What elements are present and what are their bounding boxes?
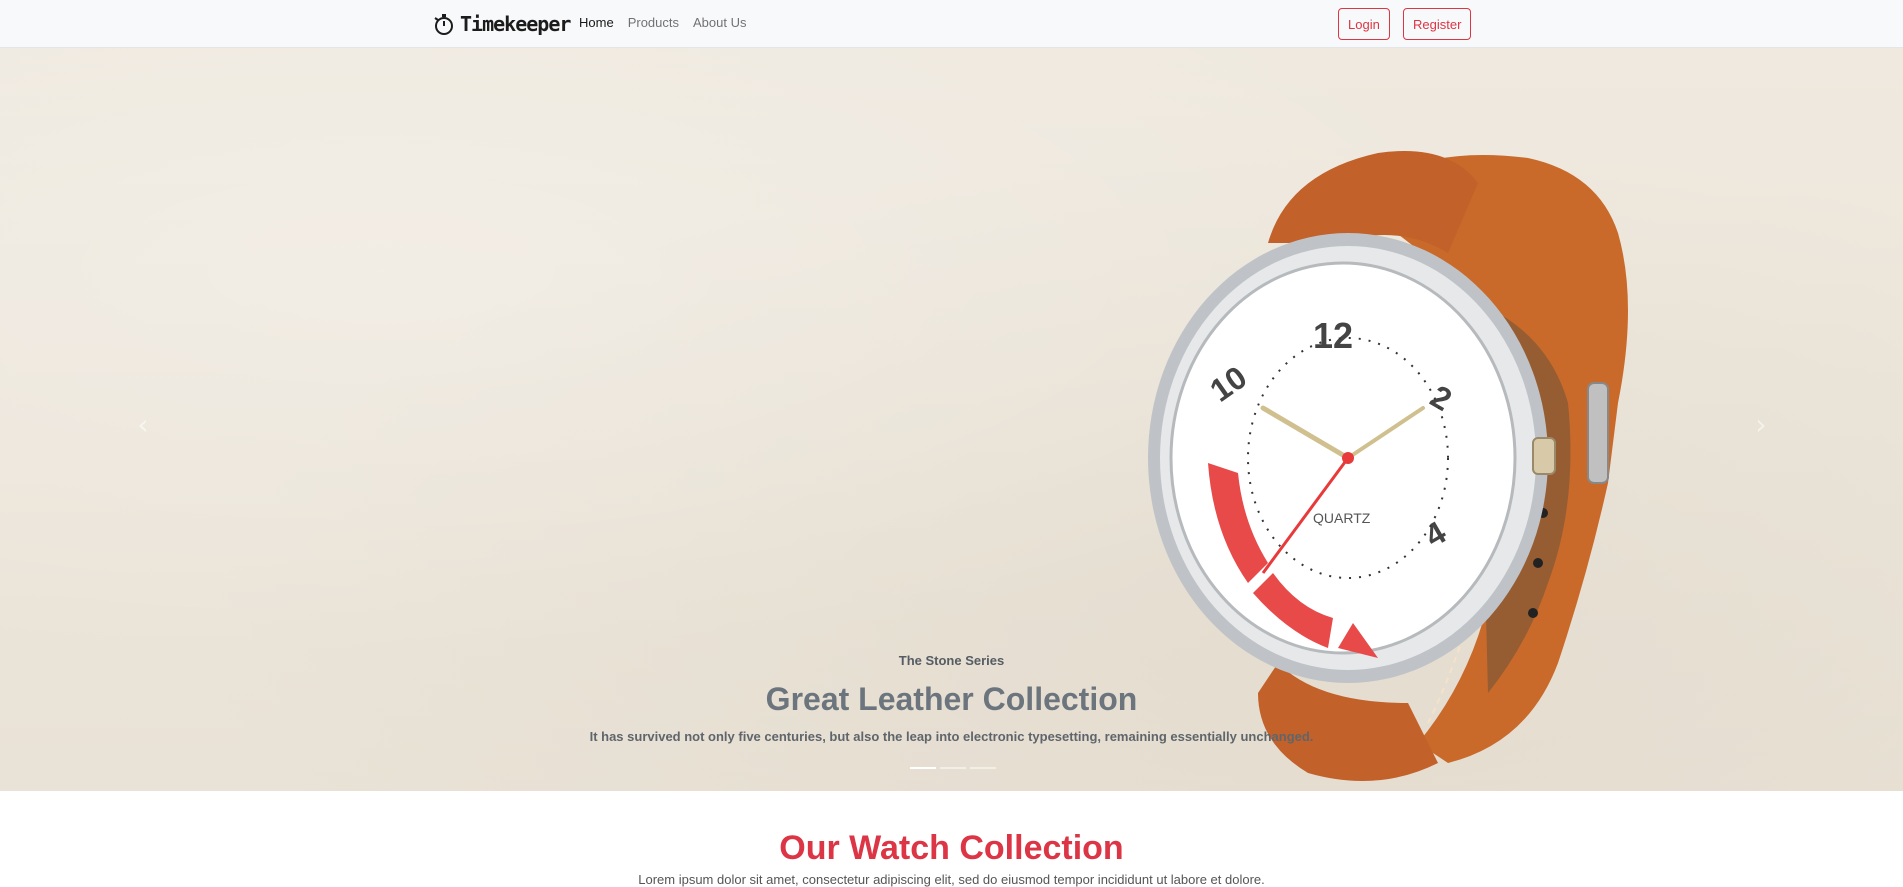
brand-logo[interactable]: Timekeeper <box>432 10 571 38</box>
carousel-next-button[interactable]: › <box>1741 404 1781 444</box>
chevron-right-icon: › <box>1755 407 1767 441</box>
nav-link-home[interactable]: Home <box>572 15 621 30</box>
carousel-indicators <box>910 767 996 769</box>
svg-text:12: 12 <box>1313 315 1353 356</box>
nav-link-about-us[interactable]: About Us <box>686 15 753 30</box>
watch-brand-label: QUARTZ <box>1313 510 1371 526</box>
stopwatch-icon <box>434 14 453 35</box>
carousel-indicator-1[interactable] <box>910 767 936 769</box>
carousel-prev-button[interactable]: ‹ <box>123 404 163 444</box>
collection-title: Our Watch Collection <box>779 829 1124 867</box>
hero-carousel: 12 10 2 4 QUARTZ ‹ › The Stone Series Gr… <box>0 48 1903 791</box>
carousel-indicator-3[interactable] <box>970 767 996 769</box>
nav-link-products[interactable]: Products <box>621 15 686 30</box>
login-button[interactable]: Login <box>1338 8 1390 40</box>
nav-links: Home Products About Us <box>572 15 753 30</box>
register-button[interactable]: Register <box>1403 8 1472 40</box>
carousel-indicator-2[interactable] <box>940 767 966 769</box>
navbar: Timekeeper Home Products About Us Login … <box>0 0 1903 48</box>
hero-title: Great Leather Collection <box>765 681 1138 717</box>
brand-name: Timekeeper <box>460 12 571 36</box>
hero-subtitle: It has survived not only five centuries,… <box>589 729 1314 744</box>
chevron-left-icon: ‹ <box>137 407 149 441</box>
hero-series-label: The Stone Series <box>898 653 1005 668</box>
